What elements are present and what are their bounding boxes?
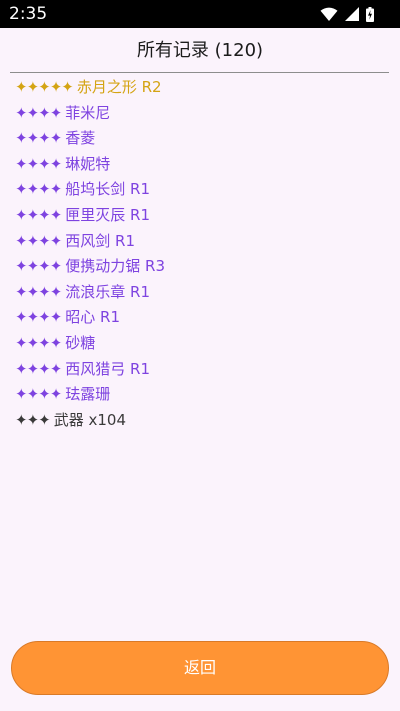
record-label: 船坞长剑 R1 xyxy=(65,180,151,199)
record-item: ✦✦✦✦✦ 赤月之形 R2 xyxy=(15,75,385,101)
record-label: 菲米尼 xyxy=(65,103,111,122)
record-label: 砂糖 xyxy=(65,333,96,352)
record-label: 西风猎弓 R1 xyxy=(65,359,151,378)
status-time: 2:35 xyxy=(9,4,48,24)
status-icons xyxy=(320,5,374,23)
rarity-stars-icon: ✦✦✦✦ xyxy=(15,359,62,378)
record-item: ✦✦✦✦ 流浪乐章 R1 xyxy=(15,280,385,306)
page-title: 所有记录 (120) xyxy=(136,40,264,61)
rarity-stars-icon: ✦✦✦✦ xyxy=(15,308,62,327)
record-label: 匣里灭辰 R1 xyxy=(65,205,151,224)
record-item: ✦✦✦✦ 西风剑 R1 xyxy=(15,229,385,255)
rarity-stars-icon: ✦✦✦ xyxy=(15,410,51,429)
cell-signal-icon xyxy=(345,7,359,21)
record-label: 琳妮特 xyxy=(65,154,111,173)
rarity-stars-icon: ✦✦✦✦ xyxy=(15,282,62,301)
rarity-stars-icon: ✦✦✦✦ xyxy=(15,257,62,276)
record-item: ✦✦✦✦ 香菱 xyxy=(15,126,385,152)
rarity-stars-icon: ✦✦✦✦✦ xyxy=(15,78,74,96)
rarity-stars-icon: ✦✦✦✦ xyxy=(15,205,62,224)
title-divider xyxy=(10,72,389,73)
record-item: ✦✦✦✦ 琳妮特 xyxy=(15,152,385,178)
record-item: ✦✦✦✦ 珐露珊 xyxy=(15,382,385,408)
record-item: ✦✦✦✦ 西风猎弓 R1 xyxy=(15,357,385,383)
back-button[interactable]: 返回 xyxy=(11,641,389,695)
record-item: ✦✦✦✦ 菲米尼 xyxy=(15,101,385,127)
rarity-stars-icon: ✦✦✦✦ xyxy=(15,333,62,352)
record-item: ✦✦✦✦ 砂糖 xyxy=(15,331,385,357)
rarity-stars-icon: ✦✦✦✦ xyxy=(15,129,62,148)
record-item: ✦✦✦✦ 昭心 R1 xyxy=(15,305,385,331)
record-item: ✦✦✦✦ 船坞长剑 R1 xyxy=(15,177,385,203)
record-label: 武器 x104 xyxy=(53,410,126,429)
record-label: 香菱 xyxy=(65,129,96,148)
record-list: ✦✦✦✦✦ 赤月之形 R2 ✦✦✦✦ 菲米尼 ✦✦✦✦ 香菱 ✦✦✦✦ 琳妮特 ✦✦✦✦ 船坞长剑… xyxy=(15,75,385,433)
rarity-stars-icon: ✦✦✦✦ xyxy=(15,154,62,173)
wifi-icon xyxy=(320,7,338,21)
record-label: 珐露珊 xyxy=(65,385,111,404)
rarity-stars-icon: ✦✦✦✦ xyxy=(15,231,62,250)
rarity-stars-icon: ✦✦✦✦ xyxy=(15,103,62,122)
record-item: ✦✦✦ 武器 x104 xyxy=(15,408,385,434)
record-label: 赤月之形 R2 xyxy=(76,78,162,96)
battery-charging-icon xyxy=(366,6,374,22)
status-bar: 2:35 xyxy=(0,0,400,28)
record-item: ✦✦✦✦ 匣里灭辰 R1 xyxy=(15,203,385,229)
rarity-stars-icon: ✦✦✦✦ xyxy=(15,180,62,199)
record-label: 便携动力锯 R3 xyxy=(65,257,166,276)
record-label: 流浪乐章 R1 xyxy=(65,282,151,301)
record-label: 昭心 R1 xyxy=(65,308,121,327)
record-label: 西风剑 R1 xyxy=(65,231,136,250)
rarity-stars-icon: ✦✦✦✦ xyxy=(15,385,62,404)
record-item: ✦✦✦✦ 便携动力锯 R3 xyxy=(15,254,385,280)
